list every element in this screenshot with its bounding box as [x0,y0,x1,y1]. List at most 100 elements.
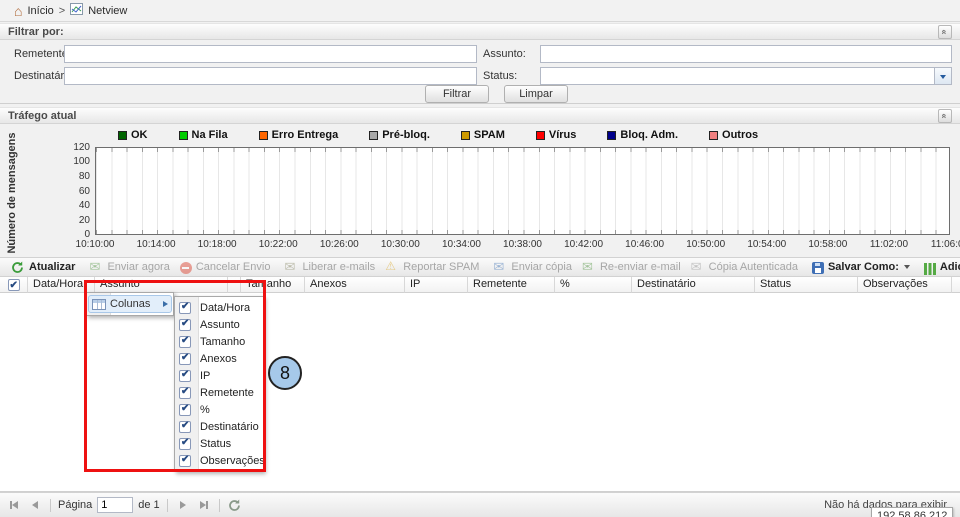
legend-swatch [709,131,718,140]
traffic-panel-header: Tráfego atual « [0,107,960,124]
filtrar-button[interactable]: Filtrar [425,85,489,103]
column-header-filler [952,277,960,293]
x-tick: 10:42:00 [564,239,603,250]
adicionar-a-button[interactable]: Adicionar à: [919,260,960,274]
legend-item: Erro Entrega [259,128,339,142]
toolbar-label: Adicionar à: [940,261,960,273]
legend-item: Na Fila [179,128,228,142]
checkbox-checked-icon [179,455,191,467]
destinatario-input[interactable] [64,67,477,85]
select-all-checkbox[interactable] [0,277,28,293]
traffic-collapse-button[interactable]: « [938,109,952,123]
menu-item-label: Colunas [110,298,150,310]
remetente-input[interactable] [64,45,477,63]
status-select[interactable] [540,67,952,85]
toolbar-label: Liberar e-mails [302,261,375,273]
submenu-item-percent[interactable]: % [175,401,263,418]
toolbar-label: Atualizar [29,261,75,273]
menu-item-colunas[interactable]: Colunas [88,295,172,313]
submenu-item-ip[interactable]: IP [175,367,263,384]
checkbox-checked-icon [179,336,191,348]
legend-swatch [607,131,616,140]
x-tick: 10:38:00 [503,239,542,250]
x-tick: 10:18:00 [198,239,237,250]
filter-panel-header: Filtrar por: « [0,23,960,40]
legend-label: OK [131,129,148,141]
checkbox-checked-icon [8,279,20,291]
column-header-observacoes[interactable]: Observações [858,277,952,293]
x-axis-labels: 10:10:00 10:14:00 10:18:00 10:22:00 10:2… [95,239,950,251]
checkbox-checked-icon [179,387,191,399]
legend-item: SPAM [461,128,505,142]
x-tick: 10:30:00 [381,239,420,250]
x-tick: 10:58:00 [808,239,847,250]
bottom-axis-ticks [96,230,949,234]
submenu-item-anexos[interactable]: Anexos [175,350,263,367]
page-of-label: de 1 [138,499,159,511]
toolbar-label: Cópia Autenticada [709,261,798,273]
page-number-input[interactable] [97,497,133,513]
column-header-remetente[interactable]: Remetente [468,277,555,293]
x-tick: 10:34:00 [442,239,481,250]
pagination-separator [50,499,51,512]
next-page-button [175,497,191,513]
column-header-destinatario[interactable]: Destinatário [632,277,755,293]
submenu-item-status[interactable]: Status [175,435,263,452]
submenu-label: Status [200,438,231,450]
breadcrumb-home-link[interactable]: Início [27,5,53,17]
first-page-button [6,497,22,513]
y-tick: 20 [50,215,90,226]
filter-panel-body: Remetente: Assunto: Destinatário: Status… [0,41,960,104]
submenu-label: Data/Hora [200,302,250,314]
toolbar-label: Reportar SPAM [403,261,479,273]
submenu-item-tamanho[interactable]: Tamanho [175,333,263,350]
assunto-input[interactable] [540,45,952,63]
submenu-item-remetente[interactable]: Remetente [175,384,263,401]
submenu-label: Observações [200,455,265,467]
submenu-item-data-hora[interactable]: Data/Hora [175,299,263,316]
filter-collapse-button[interactable]: « [938,25,952,39]
pagination-separator [219,499,220,512]
toolbar-label: Enviar cópia [511,261,572,273]
salvar-como-button[interactable]: Salvar Como: [807,260,915,274]
dropdown-arrow-icon [904,265,910,269]
column-header-assunto[interactable]: Assunto [95,277,228,293]
copia-autenticada-button: Cópia Autenticada [686,260,803,275]
home-icon: ⌂ [14,5,22,17]
submenu-item-destinatario[interactable]: Destinatário [175,418,263,435]
legend-swatch [118,131,127,140]
atualizar-button[interactable]: Atualizar [6,260,80,275]
resend-mail-icon [582,261,596,274]
y-tick: 40 [50,200,90,211]
grid-body-empty [0,293,960,492]
submenu-label: % [200,404,210,416]
save-icon [812,262,824,274]
y-tick: 100 [50,156,90,167]
release-mail-icon [284,261,298,274]
cancel-icon [180,262,192,274]
column-header-anexos[interactable]: Anexos [305,277,405,293]
legend-item: Bloq. Adm. [607,128,678,142]
breadcrumb-current[interactable]: Netview [88,5,127,17]
column-header-data-hora[interactable]: Data/Hora [28,277,95,293]
submenu-item-observacoes[interactable]: Observações [175,452,263,469]
limpar-button[interactable]: Limpar [504,85,568,103]
toolbar-label: Salvar Como: [828,261,899,273]
assunto-label: Assunto: [483,45,526,63]
legend-label: Pré-bloq. [382,129,430,141]
submenu-label: Tamanho [200,336,245,348]
status-dropdown-button[interactable] [934,68,951,84]
first-page-icon [12,501,18,509]
chevron-down-icon [940,75,946,79]
traffic-chart-plot [95,147,950,235]
submenu-item-assunto[interactable]: Assunto [175,316,263,333]
legend-label: Na Fila [192,129,228,141]
grid-header: Data/Hora Assunto Tamanho Anexos IP Reme… [0,277,960,293]
refresh-grid-button[interactable] [227,497,243,513]
column-header-status[interactable]: Status [755,277,858,293]
y-tick: 80 [50,171,90,182]
column-header-tamanho[interactable]: Tamanho [241,277,305,293]
column-header-percent[interactable]: % [555,277,632,293]
prev-page-button [27,497,43,513]
column-header-ip[interactable]: IP [405,277,468,293]
